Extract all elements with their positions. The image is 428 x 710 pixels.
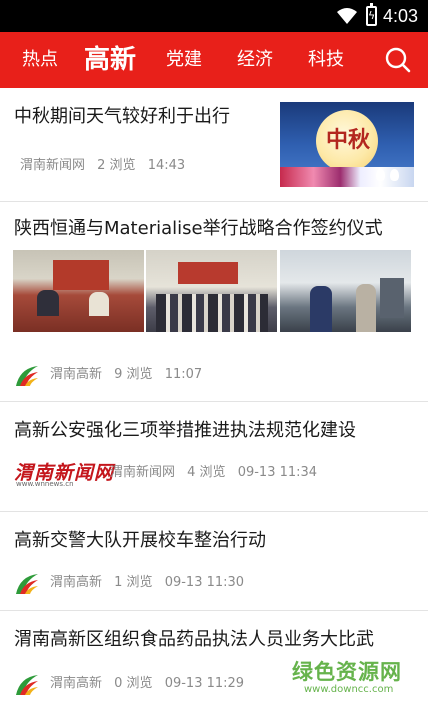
article-time: 09-13 11:30	[164, 575, 245, 590]
article-title: 陕西恒通与Materialise举行战略合作签约仪式	[14, 218, 383, 239]
article-views: 0 浏览	[114, 676, 153, 691]
news-feed[interactable]: 中秋期间天气较好利于出行 渭南新闻网 2 浏览 14:43 中秋 陕西恒通与Ma…	[0, 88, 428, 710]
wifi-icon	[337, 8, 357, 24]
thumbnail-caption: 中秋	[326, 127, 371, 153]
tab-gaoxin[interactable]: 高新	[84, 32, 136, 88]
tab-tech[interactable]: 科技	[308, 32, 344, 88]
article-title: 渭南高新区组织食品药品执法人员业务大比武	[14, 629, 374, 650]
gaoxin-logo-icon	[16, 675, 38, 695]
article-views: 4 浏览	[187, 465, 226, 480]
article-meta: 渭南新闻网 2 浏览 14:43	[20, 157, 193, 175]
article-meta: 渭南新闻网 4 浏览 09-13 11:34	[110, 464, 325, 482]
article-item[interactable]: 渭南高新区组织食品药品执法人员业务大比武 渭南高新 0 浏览 09-13 11:…	[0, 611, 428, 710]
article-title: 高新交警大队开展校车整治行动	[14, 530, 266, 551]
article-item[interactable]: 高新公安强化三项举措推进执法规范化建设 渭南新闻网 www.wnnews.cn …	[0, 402, 428, 512]
article-photo	[280, 250, 411, 332]
battery-charging-icon: ϟ	[366, 3, 377, 26]
article-views: 9 浏览	[114, 367, 153, 382]
article-photo	[146, 250, 277, 332]
search-icon[interactable]	[384, 46, 412, 74]
article-meta: 渭南高新 0 浏览 09-13 11:29	[50, 675, 252, 693]
article-source: 渭南高新	[50, 367, 103, 382]
tab-party[interactable]: 党建	[166, 32, 202, 88]
gaoxin-logo-icon	[16, 366, 38, 386]
tab-hot[interactable]: 热点	[22, 32, 58, 88]
tab-economy[interactable]: 经济	[237, 32, 273, 88]
article-time: 09-13 11:34	[237, 465, 318, 480]
wnnews-logo-url: www.wnnews.cn	[16, 480, 74, 488]
article-thumbnail: 中秋	[280, 102, 414, 187]
wnnews-logo: 渭南新闻网 www.wnnews.cn	[14, 458, 113, 488]
rabbit-icon	[376, 169, 385, 181]
article-source: 渭南新闻网	[20, 158, 86, 173]
article-time: 14:43	[147, 158, 186, 173]
clock: 4:03	[383, 6, 419, 26]
rabbit-icon	[390, 169, 399, 181]
article-source: 渭南高新	[50, 575, 103, 590]
article-item[interactable]: 陕西恒通与Materialise举行战略合作签约仪式 渭南高新 9 浏览 11:…	[0, 202, 428, 402]
article-views: 2 浏览	[97, 158, 136, 173]
article-title: 中秋期间天气较好利于出行	[14, 106, 230, 127]
gaoxin-logo-icon	[16, 574, 38, 594]
status-bar: ϟ 4:03	[0, 0, 428, 32]
article-item[interactable]: 中秋期间天气较好利于出行 渭南新闻网 2 浏览 14:43 中秋	[0, 88, 428, 202]
category-nav: 热点 高新 党建 经济 科技	[0, 32, 428, 88]
article-meta: 渭南高新 1 浏览 09-13 11:30	[50, 574, 252, 592]
article-views: 1 浏览	[114, 575, 153, 590]
article-source: 渭南新闻网	[110, 465, 176, 480]
article-item[interactable]: 高新交警大队开展校车整治行动 渭南高新 1 浏览 09-13 11:30	[0, 512, 428, 611]
article-meta: 渭南高新 9 浏览 11:07	[50, 366, 210, 384]
article-time: 09-13 11:29	[164, 676, 245, 691]
article-source: 渭南高新	[50, 676, 103, 691]
article-time: 11:07	[164, 367, 203, 382]
article-photo	[13, 250, 144, 332]
article-title: 高新公安强化三项举措推进执法规范化建设	[14, 420, 356, 441]
